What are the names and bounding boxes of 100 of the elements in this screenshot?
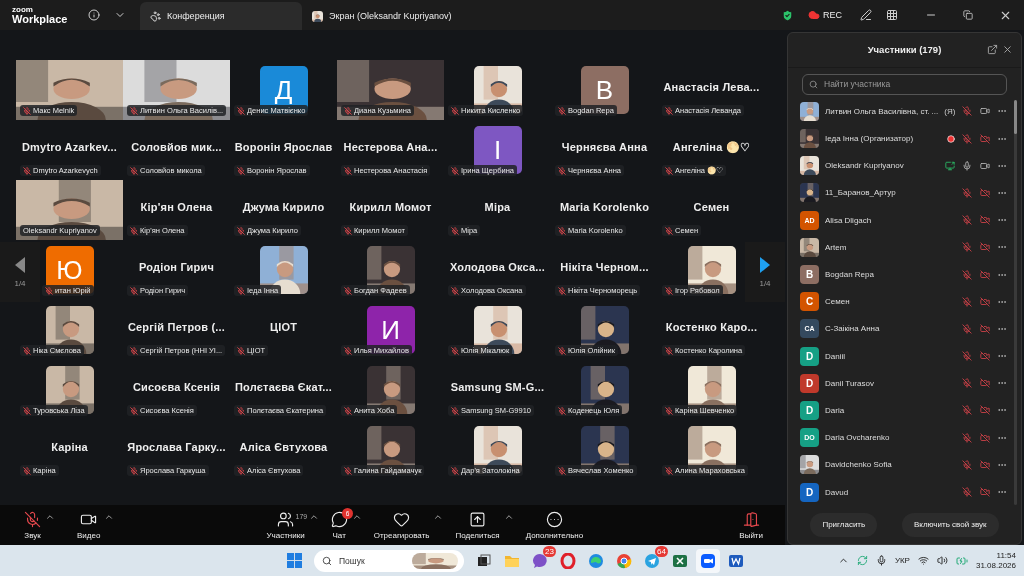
- participant-name: Джума Кирило: [242, 201, 325, 213]
- participant-name: Danil Turasov: [825, 378, 875, 388]
- initials-avatar: D: [800, 373, 819, 393]
- cloud-icon[interactable]: [808, 9, 820, 21]
- restore-icon[interactable]: [963, 10, 973, 20]
- search-icon: [809, 79, 818, 89]
- camera-app-icon[interactable]: [700, 552, 716, 569]
- search-icon: [322, 555, 332, 566]
- initials-avatar: D: [800, 346, 819, 366]
- initials-avatar: B: [800, 265, 819, 284]
- participant-name: Анастасія Лева...: [663, 81, 760, 93]
- notification-badge: 64: [655, 545, 668, 557]
- participant-name: Міра: [484, 201, 511, 213]
- paper-plane-icon[interactable]: [644, 552, 660, 569]
- next-page-button[interactable]: 1/4: [745, 242, 785, 302]
- mic-icon[interactable]: [875, 555, 887, 566]
- participant-name: Семен: [825, 297, 851, 307]
- wifi-icon[interactable]: [917, 555, 929, 566]
- participant-name: Сисоєва Ксенія: [132, 381, 221, 393]
- clock-time[interactable]: 11:54: [996, 550, 1016, 561]
- participant-name: Нестерова Ана...: [343, 141, 438, 153]
- heart-icon: [393, 510, 411, 528]
- participant-name: Сергій Петров (...: [127, 321, 226, 333]
- participant-name: Соловйов мик...: [131, 141, 222, 153]
- swirl-icon[interactable]: [588, 552, 604, 569]
- participant-name: Maria Korolenko: [559, 201, 650, 213]
- clock-date[interactable]: 31.08.2026: [975, 560, 1016, 571]
- participant-name: Davidchenko Sofia: [825, 460, 893, 470]
- exit-door-icon: [742, 510, 760, 528]
- toolbar-button[interactable]: Звук: [20, 510, 45, 540]
- toolbar-button[interactable]: Видео: [73, 510, 105, 540]
- toolbar-button[interactable]: Выйти: [735, 510, 767, 540]
- toolbar-button[interactable]: Поделиться: [451, 510, 504, 540]
- logo-text: zoom: [12, 5, 34, 14]
- panel-title: Участники (179): [867, 44, 942, 56]
- participant-name: Daniil: [825, 351, 846, 361]
- search-input[interactable]: Пошук: [337, 554, 407, 567]
- info-icon[interactable]: [88, 9, 100, 21]
- shield-icon[interactable]: [781, 8, 794, 22]
- participant-name: Alisa Dligach: [825, 215, 873, 225]
- paw-icon: [150, 10, 161, 22]
- pen-icon[interactable]: [860, 9, 872, 21]
- participant-name: Каріна: [51, 441, 88, 453]
- participant-name: Аліса Євтухова: [239, 441, 328, 453]
- participant-name: Artem: [825, 242, 848, 252]
- spreadsheet-icon[interactable]: [672, 552, 688, 569]
- close-icon[interactable]: [1002, 44, 1013, 55]
- document-icon[interactable]: [728, 552, 744, 569]
- grid-icon[interactable]: [886, 9, 898, 21]
- search-field[interactable]: Найти участника: [802, 73, 1007, 95]
- participant-name: Литвин Ольга Василівна, ст. ...: [825, 106, 939, 116]
- panel-button[interactable]: Включить свой звук: [901, 512, 999, 537]
- volume-icon[interactable]: [936, 555, 948, 566]
- start-icon[interactable]: [286, 553, 302, 568]
- participant-name: Davud: [825, 487, 850, 497]
- participant-name: Oleksandr Kupriyanov: [825, 161, 905, 171]
- initials-avatar: D: [800, 482, 819, 502]
- ring-icon[interactable]: [560, 552, 576, 569]
- participant-name: Черняєва Анна: [561, 141, 648, 153]
- participant-name: Daria Ovcharenko: [825, 433, 891, 443]
- participant-name: С-Заікіна Анна: [825, 324, 881, 334]
- right-triangle-icon[interactable]: [760, 256, 770, 273]
- window-tab[interactable]: Экран (Oleksandr Kupriyanov): [302, 2, 502, 30]
- search-input[interactable]: Найти участника: [822, 78, 1000, 91]
- participant-name: Холодова Окса...: [449, 261, 546, 273]
- participant-name: Воронін Ярослав: [234, 141, 333, 153]
- browser-icon[interactable]: [616, 552, 632, 569]
- self-tag: (Я): [944, 106, 956, 116]
- initials-avatar: D: [800, 400, 819, 420]
- participant-name: Bogdan Repa: [825, 270, 875, 279]
- panel-button[interactable]: Пригласить: [810, 512, 878, 537]
- notification-badge: 23: [543, 545, 556, 557]
- language-indicator[interactable]: УКР: [894, 556, 910, 565]
- participant-name: Daria: [825, 405, 846, 415]
- toolbar-button[interactable]: Отреагировать: [369, 510, 434, 540]
- people-icon: [277, 510, 295, 528]
- previous-page-button[interactable]: 1/4: [0, 242, 40, 302]
- participant-name: Кір'ян Олена: [140, 201, 213, 213]
- left-triangle-icon[interactable]: [15, 256, 25, 273]
- participant-name: Нікіта Черном...: [560, 261, 649, 273]
- participant-name: Іеда Інна (Организатор): [825, 134, 915, 144]
- participant-name: ЦІОТ: [269, 321, 298, 333]
- share-screen-icon: [469, 510, 487, 528]
- chat-bubble-icon: [330, 510, 348, 528]
- chat-bubble-icon[interactable]: [532, 552, 548, 569]
- participant-name: Полєтаєва Єкат...: [234, 381, 333, 393]
- logo-text: Workplace: [12, 13, 69, 25]
- participant-name: Samsung SM-G...: [450, 381, 545, 393]
- task-view-icon[interactable]: [476, 552, 492, 569]
- participant-name: Кирилл Момот: [349, 201, 432, 213]
- window-tab[interactable]: Конференция: [140, 2, 302, 30]
- participant-name: 11_Баранов_Артур: [825, 188, 897, 198]
- pop-out-icon[interactable]: [987, 44, 998, 55]
- toolbar-button[interactable]: Дополнительно: [521, 510, 588, 540]
- participant-name: Ангеліна 🌕♡: [672, 141, 751, 154]
- participant-name: Семен: [693, 201, 730, 213]
- search-field[interactable]: Пошук: [314, 549, 464, 572]
- record-label[interactable]: REC: [823, 10, 842, 20]
- participant-name: Родіон Гирич: [138, 261, 215, 273]
- more-icon: [545, 510, 563, 528]
